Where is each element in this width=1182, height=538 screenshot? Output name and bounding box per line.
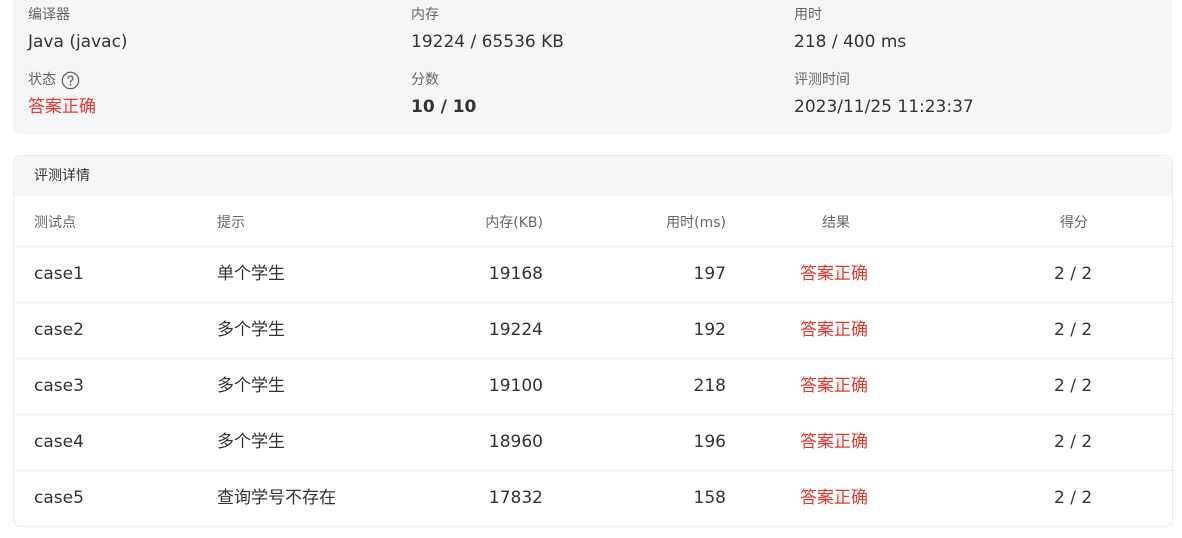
submission-summary: 编译器 Java (javac) 内存 19224 / 65536 KB 用时 … [13,0,1172,134]
case-memory: 19100 [488,376,543,396]
case-name: case3 [34,376,84,396]
case-score: 2 / 2 [1054,264,1093,284]
time-field: 用时 218 / 400 ms [794,5,906,54]
score-field: 分数 10 / 10 [411,70,476,119]
status-field: 状态 答案正确 [28,70,96,119]
case-score: 2 / 2 [1054,488,1093,508]
score-label: 分数 [411,72,439,88]
case-memory: 19168 [488,264,543,284]
status-value: 答案正确 [28,97,96,117]
judge-detail-panel: 评测详情 测试点 提示 内存(KB) 用时(ms) 结果 得分 case1 单个… [13,155,1173,527]
score-value: 10 / 10 [411,97,477,117]
table-row: case5 查询学号不存在 17832 158 答案正确 2 / 2 [14,470,1172,526]
compiler-field: 编译器 Java (javac) [28,5,128,54]
judge-time-field: 评测时间 2023/11/25 11:23:37 [794,70,974,119]
memory-field: 内存 19224 / 65536 KB [411,5,564,54]
case-hint: 查询学号不存在 [217,488,336,508]
case-time: 196 [693,432,726,452]
status-label: 状态 [28,72,56,88]
case-score: 2 / 2 [1054,376,1093,396]
case-hint: 单个学生 [217,264,285,284]
header-result: 结果 [822,215,850,231]
time-value: 218 / 400 ms [794,32,907,52]
case-score: 2 / 2 [1054,432,1093,452]
help-circle-icon[interactable] [61,71,80,90]
case-memory: 18960 [488,432,543,452]
table-row: case3 多个学生 19100 218 答案正确 2 / 2 [14,358,1172,414]
case-score: 2 / 2 [1054,320,1093,340]
case-hint: 多个学生 [217,432,285,452]
judge-time-value: 2023/11/25 11:23:37 [794,97,974,117]
header-case: 测试点 [34,215,76,231]
header-hint: 提示 [217,215,245,231]
case-result: 答案正确 [800,264,868,284]
table-row: case1 单个学生 19168 197 答案正确 2 / 2 [14,246,1172,302]
case-result: 答案正确 [800,376,868,396]
header-time: 用时(ms) [666,215,726,231]
case-time: 192 [693,320,726,340]
case-memory: 19224 [488,320,543,340]
case-hint: 多个学生 [217,376,285,396]
case-time: 197 [693,264,726,284]
judge-time-label: 评测时间 [794,72,850,88]
case-time: 158 [693,488,726,508]
compiler-value: Java (javac) [28,32,128,52]
case-name: case4 [34,432,84,452]
case-memory: 17832 [488,488,543,508]
case-name: case2 [34,320,84,340]
table-row: case2 多个学生 19224 192 答案正确 2 / 2 [14,302,1172,358]
memory-value: 19224 / 65536 KB [411,32,564,52]
header-score: 得分 [1060,215,1088,231]
case-name: case5 [34,488,84,508]
case-result: 答案正确 [800,432,868,452]
time-label: 用时 [794,7,822,23]
compiler-label: 编译器 [28,7,70,23]
case-name: case1 [34,264,84,284]
table-row: case4 多个学生 18960 196 答案正确 2 / 2 [14,414,1172,470]
case-result: 答案正确 [800,320,868,340]
case-hint: 多个学生 [217,320,285,340]
header-memory: 内存(KB) [485,215,543,231]
case-time: 218 [693,376,726,396]
case-result: 答案正确 [800,488,868,508]
memory-label: 内存 [411,7,439,23]
judge-detail-title: 评测详情 [14,156,1172,196]
